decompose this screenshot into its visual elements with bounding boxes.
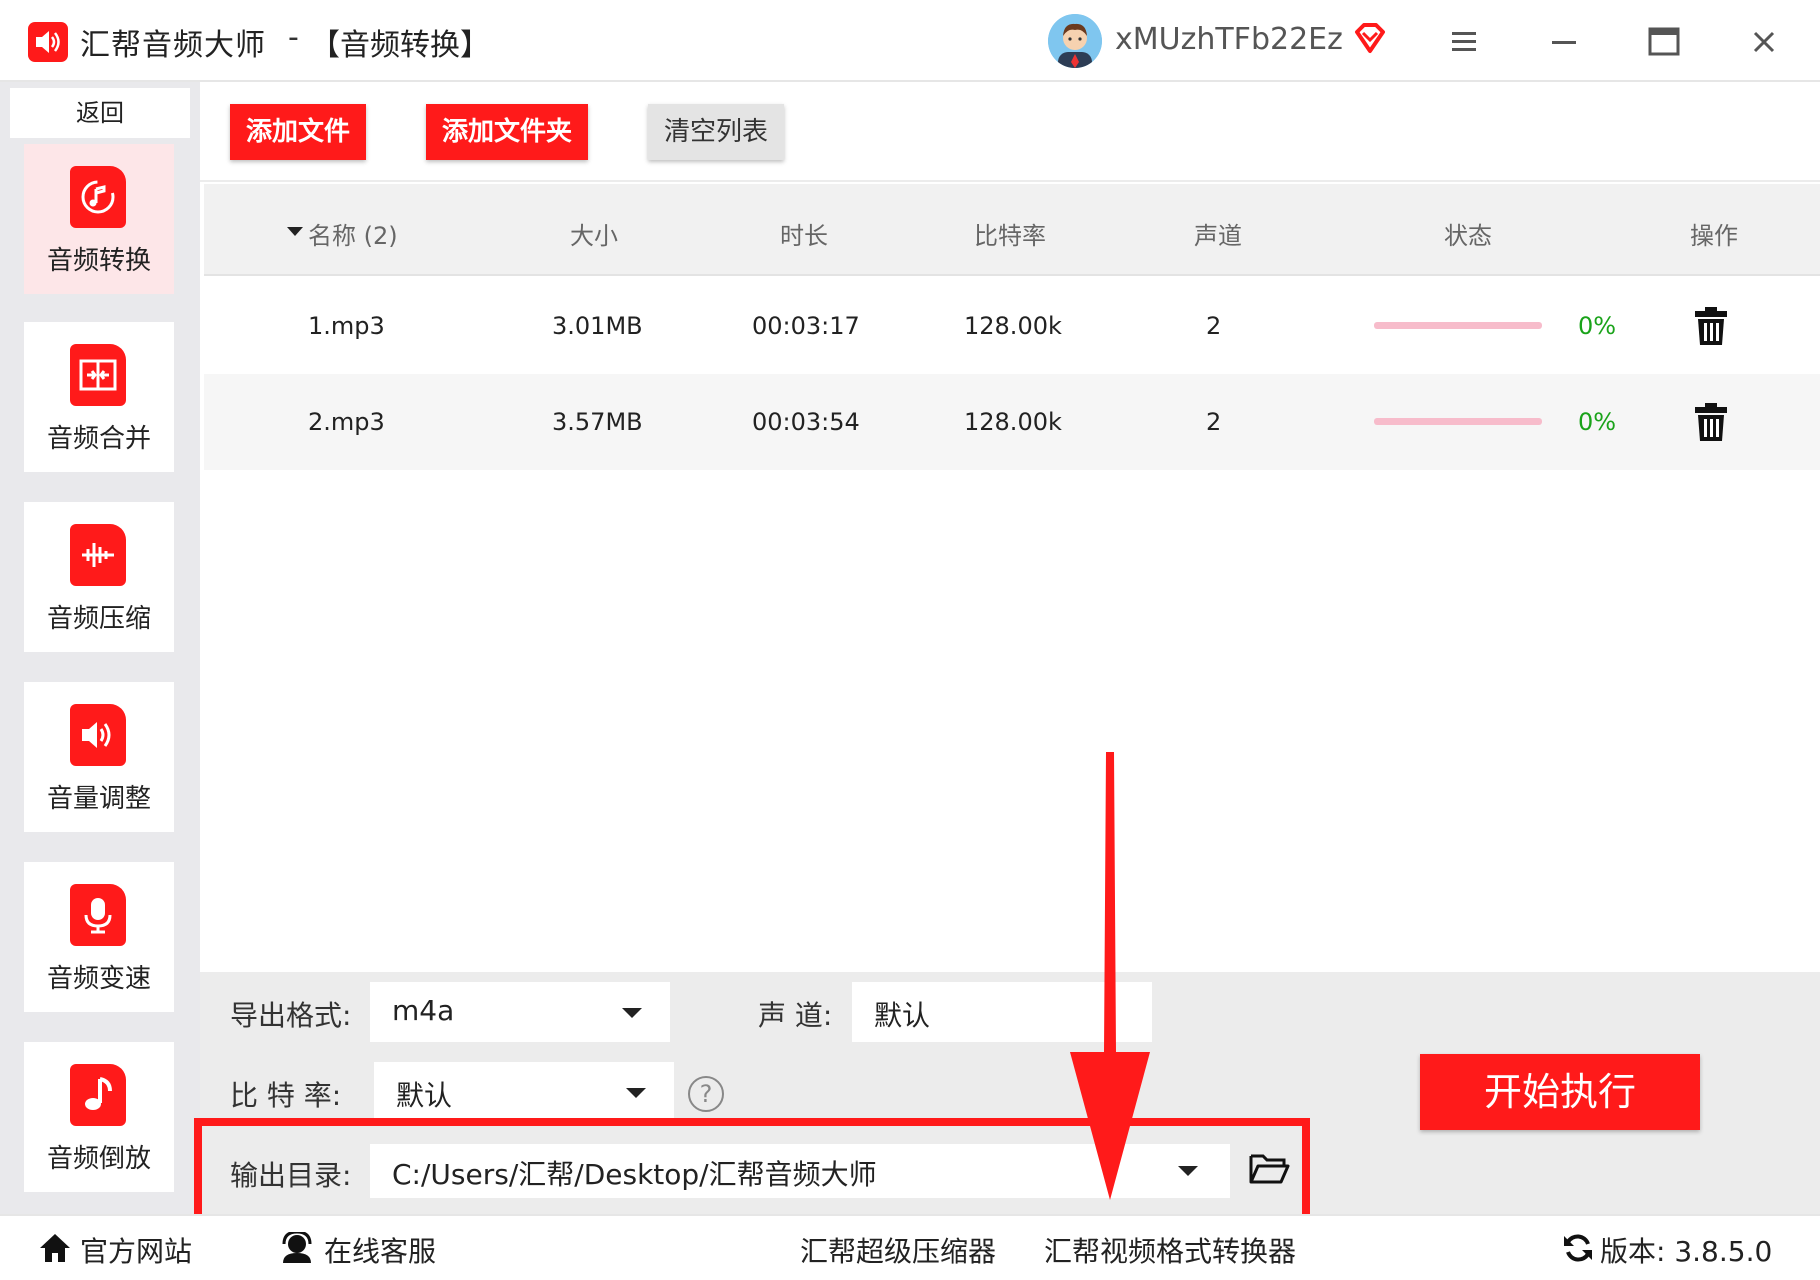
status-percent: 0% <box>1578 312 1617 340</box>
table-row[interactable]: 1.mp3 3.01MB 00:03:17 128.00k 2 0% <box>204 278 1820 374</box>
format-value: m4a <box>392 994 455 1027</box>
video-converter-link[interactable]: 汇帮视频格式转换器 <box>1044 1230 1296 1270</box>
audio-compress-icon <box>70 524 126 586</box>
sidebar-item-audio-convert[interactable]: 音频转换 <box>24 144 174 294</box>
sidebar-item-label: 音频倒放 <box>46 1144 151 1174</box>
output-label: 输出目录: <box>230 1159 352 1192</box>
progress-bar <box>1374 418 1542 425</box>
minimize-icon[interactable] <box>1542 20 1586 64</box>
annotation-arrow-icon <box>1070 752 1150 1200</box>
progress-bar <box>1374 322 1542 329</box>
mic-icon <box>70 884 126 946</box>
table-row[interactable]: 2.mp3 3.57MB 00:03:54 128.00k 2 0% <box>204 374 1820 470</box>
sidebar-item-audio-speed[interactable]: 音频变速 <box>24 862 174 1012</box>
support-link[interactable]: 在线客服 <box>324 1230 436 1270</box>
bitrate-label: 比 特 率: <box>230 1079 342 1112</box>
toolbar: 添加文件 添加文件夹 清空列表 <box>200 82 1820 182</box>
sidebar-item-label: 音频转换 <box>46 246 151 276</box>
delete-icon[interactable] <box>1694 402 1728 446</box>
footer: 官方网站 在线客服 汇帮超级压缩器 汇帮视频格式转换器 版本: 3.8.5.0 <box>0 1214 1820 1280</box>
app-logo-icon <box>28 22 68 62</box>
add-file-button[interactable]: 添加文件 <box>230 104 366 160</box>
sidebar: 返回 音频转换 音频合并 音频压缩 音量调整 音频变速 音频倒放 <box>0 82 200 1214</box>
sidebar-item-label: 音频压缩 <box>46 604 151 634</box>
add-folder-button[interactable]: 添加文件夹 <box>426 104 588 160</box>
clear-list-button[interactable]: 清空列表 <box>648 104 784 160</box>
column-channels[interactable]: 声道 <box>1194 216 1242 251</box>
cell-name: 1.mp3 <box>308 312 385 340</box>
chevron-down-icon <box>622 1008 642 1018</box>
cell-size: 3.57MB <box>552 408 643 436</box>
channel-value: 默认 <box>874 999 931 1032</box>
refresh-icon[interactable] <box>1562 1232 1594 1268</box>
settings-panel: 导出格式: m4a 声 道: 默认 比 特 率: 默认 ? 输出目录: C:/U… <box>194 972 1820 1228</box>
status-percent: 0% <box>1578 408 1617 436</box>
file-table: 名称 (2) 大小 时长 比特率 声道 状态 操作 1.mp3 3.01MB 0… <box>200 182 1820 972</box>
sidebar-item-label: 音频合并 <box>46 424 151 454</box>
sort-caret-icon[interactable] <box>286 216 304 244</box>
sidebar-item-label: 音量调整 <box>46 784 151 814</box>
module-title: 【音频转换】 <box>310 28 490 63</box>
home-icon[interactable] <box>38 1232 72 1268</box>
delete-icon[interactable] <box>1694 306 1728 350</box>
audio-merge-icon <box>70 344 126 406</box>
bitrate-select[interactable]: 默认 <box>374 1062 674 1122</box>
close-icon[interactable] <box>1742 20 1786 64</box>
app-title: 汇帮音频大师 <box>80 28 266 63</box>
back-button[interactable]: 返回 <box>10 88 190 138</box>
table-header: 名称 (2) 大小 时长 比特率 声道 状态 操作 <box>204 184 1820 276</box>
sidebar-item-audio-merge[interactable]: 音频合并 <box>24 322 174 472</box>
cell-duration: 00:03:17 <box>752 312 860 340</box>
menu-icon[interactable] <box>1442 20 1486 64</box>
cell-bitrate: 128.00k <box>964 312 1062 340</box>
vip-diamond-icon[interactable] <box>1352 20 1388 60</box>
channel-label: 声 道: <box>758 999 833 1032</box>
folder-open-icon[interactable] <box>1248 1152 1290 1190</box>
cell-name: 2.mp3 <box>308 408 385 436</box>
column-duration[interactable]: 时长 <box>780 216 828 251</box>
bitrate-value: 默认 <box>396 1079 453 1112</box>
help-icon[interactable]: ? <box>688 1076 724 1112</box>
website-link[interactable]: 官方网站 <box>80 1230 192 1270</box>
output-path-value: C:/Users/汇帮/Desktop/汇帮音频大师 <box>392 1158 877 1191</box>
column-size[interactable]: 大小 <box>570 216 618 251</box>
cell-duration: 00:03:54 <box>752 408 860 436</box>
cell-size: 3.01MB <box>552 312 643 340</box>
maximize-icon[interactable] <box>1642 20 1686 64</box>
sidebar-item-audio-reverse[interactable]: 音频倒放 <box>24 1042 174 1192</box>
chevron-down-icon <box>1178 1166 1198 1176</box>
title-bar: 汇帮音频大师 - 【音频转换】 xMUzhTFb22Ez <box>0 0 1820 82</box>
sidebar-item-audio-compress[interactable]: 音频压缩 <box>24 502 174 652</box>
cell-channels: 2 <box>1206 408 1222 436</box>
column-status: 状态 <box>1444 222 1492 250</box>
sidebar-item-volume[interactable]: 音量调整 <box>24 682 174 832</box>
avatar[interactable] <box>1048 14 1102 68</box>
cell-bitrate: 128.00k <box>964 408 1062 436</box>
sidebar-item-label: 音频变速 <box>46 964 151 994</box>
start-button[interactable]: 开始执行 <box>1420 1054 1700 1130</box>
volume-icon <box>70 704 126 766</box>
version-text: 版本: 3.8.5.0 <box>1600 1235 1773 1268</box>
compressor-link[interactable]: 汇帮超级压缩器 <box>800 1230 996 1270</box>
support-icon[interactable] <box>280 1230 314 1268</box>
cell-channels: 2 <box>1206 312 1222 340</box>
audio-convert-icon <box>70 166 126 228</box>
column-name[interactable]: 名称 (2) <box>308 216 398 251</box>
chevron-down-icon <box>626 1088 646 1098</box>
column-actions: 操作 <box>1690 222 1738 250</box>
column-bitrate[interactable]: 比特率 <box>974 216 1046 251</box>
music-note-icon <box>70 1064 126 1126</box>
format-select[interactable]: m4a <box>370 982 670 1042</box>
format-label: 导出格式: <box>230 999 352 1032</box>
title-separator: - <box>288 20 299 55</box>
username[interactable]: xMUzhTFb22Ez <box>1115 22 1343 57</box>
